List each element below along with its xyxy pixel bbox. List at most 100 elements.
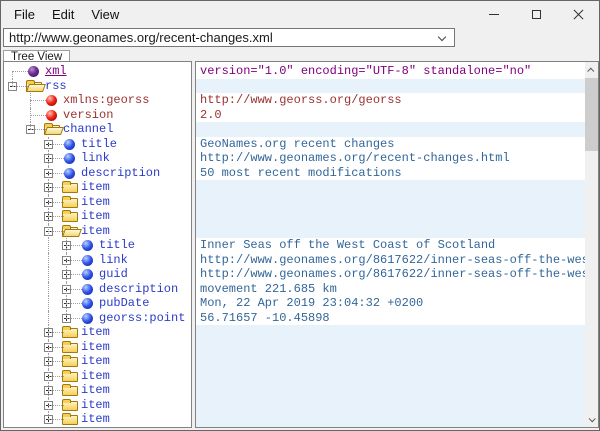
node-value: http://www.georss.org/georss [200, 93, 402, 108]
tree-connector-line [48, 216, 64, 217]
tree-row: version [4, 108, 191, 123]
tree-connector-line [48, 253, 49, 268]
tree-node-label[interactable]: item [81, 412, 110, 427]
tree-node-label[interactable]: link [99, 253, 128, 268]
tree-row: item [4, 209, 191, 224]
tree-row: rss [4, 79, 191, 94]
tree-row: item [4, 325, 191, 340]
node-value: http://www.geonames.org/8617622/inner-se… [200, 253, 585, 268]
tree-connector-line [66, 260, 82, 261]
scroll-down-icon[interactable] [585, 411, 598, 427]
tree-row: item [4, 369, 191, 384]
tree-connector-line [12, 71, 28, 72]
tree-connector-line [48, 376, 64, 377]
tree-connector-line [12, 86, 28, 87]
tree-connector-line [48, 202, 64, 203]
tree-node-label[interactable]: rss [45, 79, 67, 94]
tree-connector-line [66, 274, 82, 275]
tree-connector-line [48, 347, 64, 348]
menu-item-view[interactable]: View [86, 3, 124, 26]
tree-node-label[interactable]: georss:point [99, 311, 185, 326]
tree-connector-line [66, 318, 82, 319]
tree-node-label[interactable]: item [81, 180, 110, 195]
tree-row: item [4, 180, 191, 195]
menu-item-edit[interactable]: Edit [47, 3, 79, 26]
value-row: GeoNames.org recent changes [196, 137, 585, 152]
tree-node-label[interactable]: item [81, 354, 110, 369]
minimize-icon [489, 14, 499, 15]
tree-node-label[interactable]: item [81, 383, 110, 398]
node-value: http://www.geonames.org/8617622/inner-se… [200, 267, 585, 282]
tree-node-label[interactable]: pubDate [99, 296, 149, 311]
tree-node-label[interactable]: xmlns:georss [63, 93, 149, 108]
tree-node-label[interactable]: guid [99, 267, 128, 282]
value-row: http://www.georss.org/georss [196, 93, 585, 108]
tree-connector-line [48, 361, 64, 362]
menu-item-file[interactable]: File [9, 3, 40, 26]
tree-row: guid [4, 267, 191, 282]
scroll-up-icon[interactable] [585, 62, 598, 78]
folder-icon [62, 372, 78, 382]
value-row [196, 383, 585, 398]
node-value: 50 most recent modifications [200, 166, 402, 181]
scrollbar-thumb[interactable] [585, 78, 598, 151]
tree-node-label[interactable]: item [81, 209, 110, 224]
tree-row: item [4, 383, 191, 398]
open-folder-icon [44, 125, 60, 135]
folder-icon [62, 198, 78, 208]
maximize-button[interactable] [515, 1, 557, 27]
chevron-down-icon[interactable] [438, 33, 446, 41]
value-row [196, 412, 585, 427]
folder-icon [62, 183, 78, 193]
tree-node-label[interactable]: item [81, 398, 110, 413]
tree-node-label[interactable]: item [81, 369, 110, 384]
url-value[interactable]: http://www.geonames.org/recent-changes.x… [9, 29, 273, 46]
tree-row: xmlns:georss [4, 93, 191, 108]
tree-node-label[interactable]: description [81, 166, 160, 181]
tree-row: channel [4, 122, 191, 137]
folder-icon [62, 401, 78, 411]
node-value: movement 221.685 km [200, 282, 337, 297]
tree-node-label[interactable]: item [81, 340, 110, 355]
value-row: Inner Seas off the West Coast of Scotlan… [196, 238, 585, 253]
element-icon [82, 284, 93, 295]
vertical-scrollbar[interactable] [585, 62, 598, 427]
url-combobox[interactable]: http://www.geonames.org/recent-changes.x… [3, 28, 455, 47]
node-value: Mon, 22 Apr 2019 23:04:32 +0200 [200, 296, 423, 311]
tree-connector-line [48, 390, 64, 391]
node-value: 2.0 [200, 108, 222, 123]
tree-row: description [4, 166, 191, 181]
tree-node-label[interactable]: item [81, 325, 110, 340]
value-row: http://www.geonames.org/8617622/inner-se… [196, 253, 585, 268]
element-icon [64, 139, 75, 150]
tree-node-label[interactable]: item [81, 195, 110, 210]
tree-node-label[interactable]: xml [45, 64, 67, 79]
open-folder-icon [62, 227, 78, 237]
tree-node-label[interactable]: link [81, 151, 110, 166]
close-button[interactable] [557, 1, 599, 27]
tree-node-label[interactable]: description [99, 282, 178, 297]
attribute-icon [46, 110, 57, 121]
folder-icon [62, 415, 78, 425]
tree-node-label[interactable]: item [81, 224, 110, 239]
value-row [196, 180, 585, 195]
minimize-button[interactable] [473, 1, 515, 27]
close-icon [573, 9, 584, 20]
tree-row: item [4, 412, 191, 427]
tree-connector-line [48, 311, 49, 326]
xml-tree-panel[interactable]: xml rss xmlns:georss version channel tit… [3, 61, 192, 428]
folder-icon [62, 357, 78, 367]
tree-connector-line [66, 311, 67, 318]
tree-node-label[interactable]: title [99, 238, 135, 253]
folder-icon [62, 328, 78, 338]
tree-connector-line [30, 129, 46, 130]
tree-connector-line [48, 238, 49, 253]
value-row [196, 195, 585, 210]
tree-row: item [4, 224, 191, 239]
tree-node-label[interactable]: channel [63, 122, 113, 137]
value-row: movement 221.685 km [196, 282, 585, 297]
xml-viewer-window: File Edit View http://www.geonames.org/rec… [0, 0, 600, 431]
tree-node-label[interactable]: version [63, 108, 113, 123]
tree-connector-line [30, 122, 31, 129]
tree-node-label[interactable]: title [81, 137, 117, 152]
